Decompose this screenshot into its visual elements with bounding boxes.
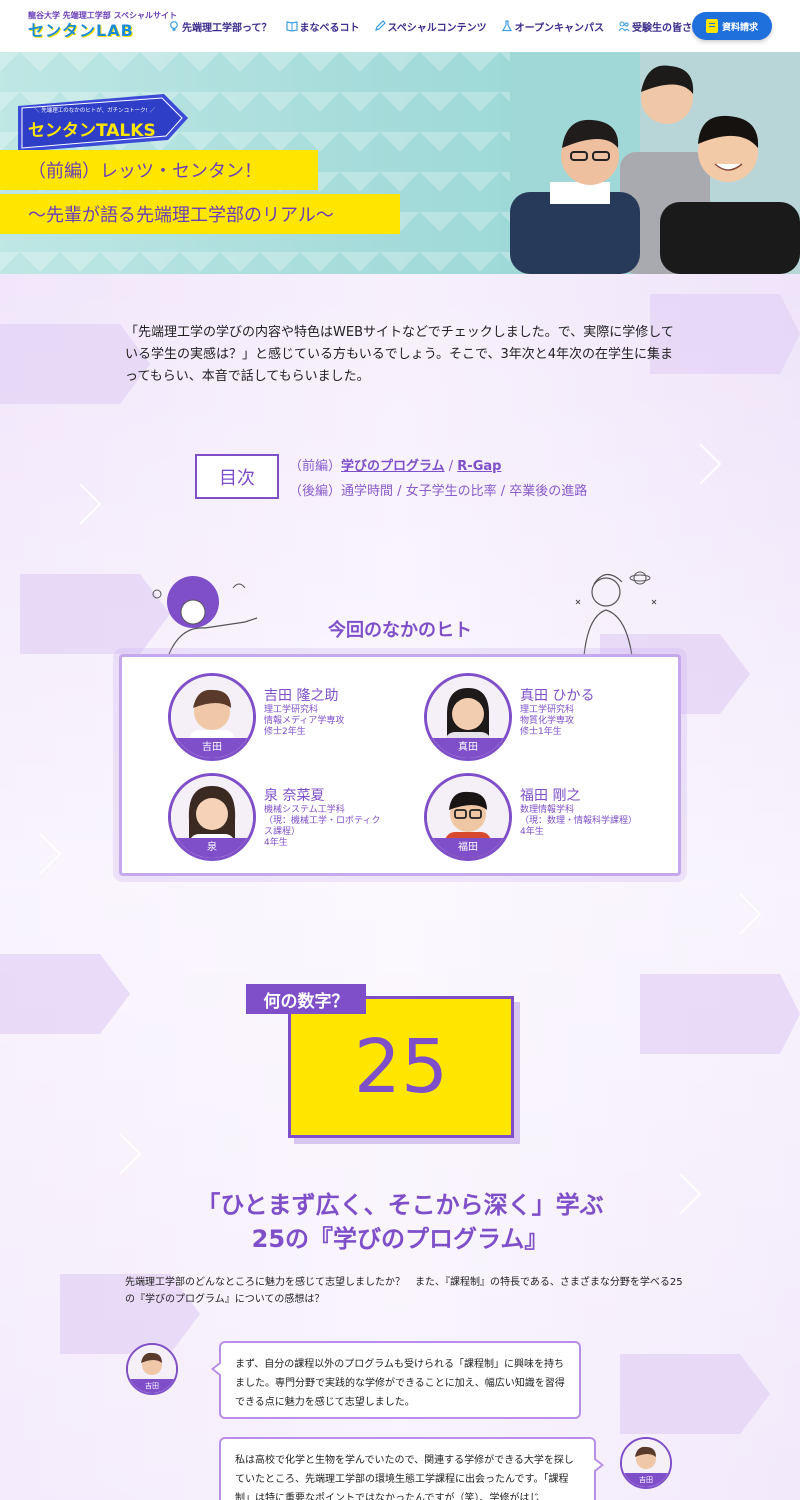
book-icon [285,21,298,32]
people-icon [618,21,630,32]
speaker-tag: 吉田 [622,1473,670,1487]
nav-item-special[interactable]: スペシャルコンテンツ [374,19,487,34]
member-fukuda: 福田 福田 剛之 数理情報学科 （現：数理・情報科学課程） 4年生 [424,773,664,869]
member-tag: 福田 [427,838,509,858]
nav-label: まなべるコト [299,22,360,34]
avatar: 吉田 [168,673,256,761]
speaker-tag: 吉田 [128,1379,176,1393]
badge-small-text: ＼ 先端理工のなかのヒトが、ガチンコトーク! ／ [34,106,156,114]
document-icon [705,19,718,33]
nav-label: オープンキャンパス [514,22,605,34]
avatar: 真田 [424,673,512,761]
toc-line-first: （前編）学びのプログラム / R-Gap [289,454,649,479]
flask-icon [501,20,512,32]
member-tag: 吉田 [171,738,253,758]
logo-wordmark: センタンLAB [28,21,134,40]
toc-line-second: （後編）通学時間 / 女子学生の比率 / 卒業後の進路 [289,484,588,499]
member-dept: 理工学研究科 物質化学専攻 修士1年生 [520,705,575,737]
hero-banner: ＼ 先端理工のなかのヒトが、ガチンコトーク! ／ センタンTALKS （前編）レ… [0,52,800,274]
member-dept: 数理情報学科 （現：数理・情報科学課程） 4年生 [520,805,638,837]
nav-label: 先端理工学部って？ [182,22,272,34]
toc-separator: / [444,459,458,474]
talks-badge: ＼ 先端理工のなかのヒトが、ガチンコトーク! ／ センタンTALKS [18,94,188,152]
nav-label: スペシャルコンテンツ [387,22,487,34]
question-label: 何の数字？ [246,984,366,1014]
avatar: 福田 [424,773,512,861]
pencil-icon [374,20,386,31]
chat-bubble: 私は高校で化学と生物を学んでいたので、関連する学修ができる大学を探していたところ… [219,1437,604,1500]
nav-item-about[interactable]: 先端理工学部って？ [168,19,272,34]
members-heading: 今回のなかのヒト [328,620,472,641]
toc-label: 目次 [195,454,279,499]
avatar: 吉田 [126,1343,178,1395]
request-button-label: 資料請求 [721,22,758,33]
member-sanada: 真田 真田 ひかる 理工学研究科 物質化学専攻 修士1年生 [424,673,664,769]
featured-number: 25 [288,996,514,1138]
nav-item-opencampus[interactable]: オープンキャンパス [501,19,604,34]
nav-item-learn[interactable]: まなべるコト [285,19,360,34]
member-tag: 真田 [427,738,509,758]
chat-bubble: まず、自分の課程以外のプログラムも受けられる「課程制」に興味を持ちました。専門分… [211,1341,581,1419]
member-name: 泉 奈菜夏 [264,788,325,804]
section-title-line2: 25の『学びのプログラム』 [251,1225,549,1253]
avatar: 泉 [168,773,256,861]
member-tag: 泉 [171,838,253,858]
member-name: 福田 剛之 [520,788,581,804]
request-brochure-button[interactable]: 資料請求 [692,12,772,40]
hero-title-line2: 〜先輩が語る先端理工学部のリアル〜 [0,194,400,234]
member-yoshida: 吉田 吉田 隆之助 理工学研究科 情報メディア学専攻 修士2年生 [168,673,408,769]
hero-title-line1: （前編）レッツ・センタン！ [0,150,318,190]
badge-main-text: センタンTALKS [28,121,156,141]
toc-first-prefix: （前編） [289,459,342,474]
member-dept: 理工学研究科 情報メディア学専攻 修士2年生 [264,705,345,737]
section-title-line1: 「ひとまず広く、そこから深く」学ぶ [196,1191,604,1219]
section-lead: 先端理工学部のどんなところに魅力を感じて志望しましたか？ また、『課程制』の特長… [125,1277,683,1305]
member-izumi: 泉 泉 奈菜夏 機械システム工学科 （現：機械工学・ロボティクス課程） 4年生 [168,773,408,869]
section-title: 「ひとまず広く、そこから深く」学ぶ 25の『学びのプログラム』 [0,1188,800,1256]
lightbulb-icon [170,21,178,31]
intro-paragraph: 「先端理工学の学びの内容や特色はWEBサイトなどでチェックしました。で、実際に学… [125,325,674,384]
toc-list: （前編）学びのプログラム / R-Gap （後編）通学時間 / 女子学生の比率 … [289,454,649,504]
toc-link-rgap[interactable]: R-Gap [457,459,501,474]
site-logo[interactable]: 龍谷大学 先端理工学部 スペシャルサイト センタンLAB [28,11,178,41]
site-header: 龍谷大学 先端理工学部 スペシャルサイト センタンLAB 先端理工学部って？ ま… [0,0,800,52]
member-name: 吉田 隆之助 [264,688,339,704]
member-name: 真田 ひかる [520,688,595,704]
toc-link-program[interactable]: 学びのプログラム [341,459,445,474]
members-card: 吉田 吉田 隆之助 理工学研究科 情報メディア学専攻 修士2年生 真田 真田 ひ… [119,654,681,876]
avatar: 吉田 [620,1437,672,1489]
logo-subtitle: 龍谷大学 先端理工学部 スペシャルサイト [28,11,178,20]
main-nav: 先端理工学部って？ まなべるコト スペシャルコンテンツ オープンキャンパス 受験… [168,19,726,34]
students-photo [510,52,800,274]
member-dept: 機械システム工学科 （現：機械工学・ロボティクス課程） 4年生 [264,805,381,848]
